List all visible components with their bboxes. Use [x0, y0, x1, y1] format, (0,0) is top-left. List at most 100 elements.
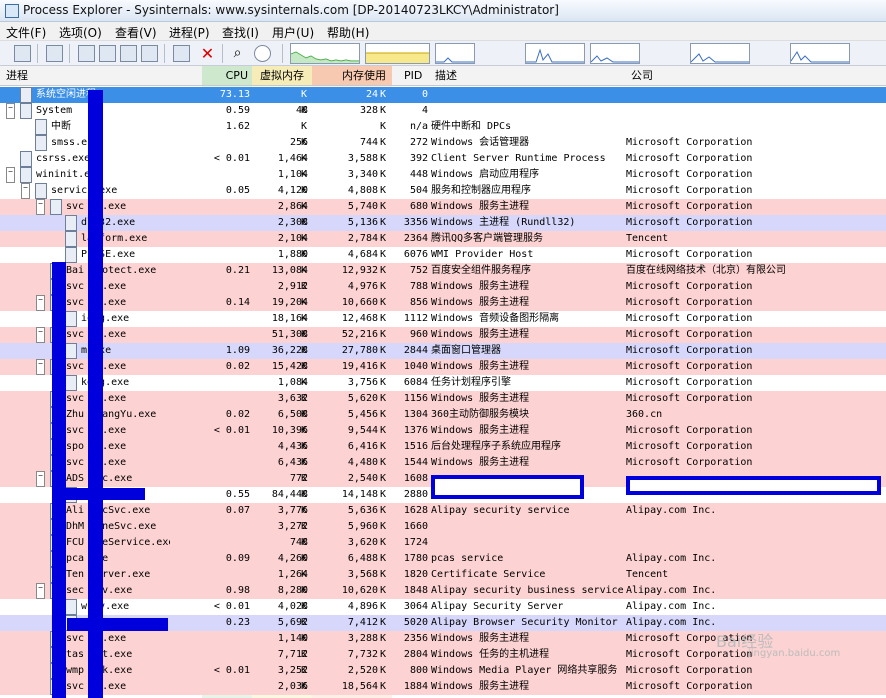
refresh-icon[interactable]: [46, 45, 63, 62]
tree-icon[interactable]: [99, 45, 116, 62]
menu-help[interactable]: 帮助(H): [327, 24, 369, 41]
process-row[interactable]: Bai Protect.exe 0.21 13,084 K 12,932 K 752 百度安全…: [0, 263, 886, 279]
col-process[interactable]: 进程: [6, 66, 28, 85]
process-row[interactable]: svc st.exe 2,912 K 4,976 K 788 Windows 服务主进程 Mi…: [0, 279, 886, 295]
private-bytes-value: [252, 119, 308, 135]
process-row[interactable]: m.exe1.0936,228K27,780K2844桌面窗口管理器Micros…: [0, 343, 886, 359]
process-row[interactable]: keng.exe 1,084 K 3,756 K 6084 任务计划程序引擎 Microsof…: [0, 375, 886, 391]
process-row[interactable]: Ali SecSvc.exe 0.07 3,776 K 5,636 K 1628 Alipay…: [0, 503, 886, 519]
private-bytes-value: 7,712: [277, 649, 308, 660]
cpu-value: 0.07: [225, 505, 250, 516]
company-value: Microsoft Corporation: [626, 313, 753, 324]
process-row[interactable]: iodg.exe 18,164 K 12,468 K 1112 Windows 音频设备图形…: [0, 311, 886, 327]
description-value: 桌面窗口管理器: [431, 345, 501, 356]
toolbar-separator: [282, 44, 283, 63]
process-row[interactable]: svc st.exe 3,632 K 5,620 K 1156 Windows 服务主进程 M…: [0, 391, 886, 407]
col-description[interactable]: 描述: [435, 66, 457, 85]
working-set-value: 6,488: [347, 553, 378, 564]
process-row[interactable]: FCU ateService.exe 748 K 3,620 K 1724: [0, 535, 886, 551]
process-row[interactable]: − servic .exe 0.05 4,120 K 4,808 K 504 服务和控制器应用程…: [0, 183, 886, 199]
options-icon[interactable]: [141, 45, 158, 62]
process-row[interactable]: csrss.exe < 0.01 1,464 K 3,588 K 392 Client Ser…: [0, 151, 886, 167]
collapse-toggle-icon[interactable]: −: [21, 183, 30, 199]
process-row[interactable]: 系统空闲进程 73.13 K 24 K 0: [0, 87, 886, 103]
target-icon[interactable]: [254, 45, 271, 62]
commit-graph[interactable]: [365, 43, 430, 64]
lower-pane-icon[interactable]: [120, 45, 137, 62]
save-icon[interactable]: [14, 45, 31, 62]
process-row[interactable]: PrvSE.exe 1,880 K 4,684 K 6076 WMI Provider Ho…: [0, 247, 886, 263]
network-graph[interactable]: [525, 43, 585, 64]
menu-find[interactable]: 查找(I): [222, 24, 259, 41]
collapse-toggle-icon[interactable]: −: [36, 327, 45, 343]
process-name: svc st.exe: [66, 681, 127, 692]
process-row[interactable]: Ten Server.exe 1,264 K 3,568 K 1820 Certificat…: [0, 567, 886, 583]
process-row[interactable]: Zhu gFangYu.exe 0.02 6,508 K 5,456 K 1304 360主动…: [0, 407, 886, 423]
collapse-toggle-icon[interactable]: −: [36, 295, 45, 311]
cpu-value: < 0.01: [213, 665, 250, 676]
process-tree[interactable]: 系统空闲进程 73.13 K 24 K 0− System 0.59 48 K 328 K 4 中断 1.6…: [0, 87, 886, 698]
cpu-value: 0.14: [225, 297, 250, 308]
collapse-toggle-icon[interactable]: −: [6, 167, 15, 183]
process-row[interactable]: − wininit.e 1,104 K 3,340 K 448 Windows 启动应用程序 M…: [0, 167, 886, 183]
process-row[interactable]: svc st.exe 2,036 K 18,564 K 1884 Windows 服务主进程…: [0, 679, 886, 695]
description-value: Windows 启动应用程序: [431, 169, 540, 180]
menu-options[interactable]: 选项(O): [59, 24, 102, 41]
pid-value: 504: [409, 185, 428, 196]
working-set-unit: K: [380, 377, 387, 388]
process-row[interactable]: wmp twk.exe < 0.01 3,252 K 2,520 K 800 Windows …: [0, 663, 886, 679]
col-cpu[interactable]: CPU: [202, 66, 252, 85]
process-row[interactable]: − sec srv.exe 0.98 8,280 K 10,620 K 1848 Alipay …: [0, 583, 886, 599]
company-value: Microsoft Corporation: [626, 137, 753, 148]
process-row[interactable]: pca exe0.094,260K6,488K1780pcas serviceA…: [0, 551, 886, 567]
process-row[interactable]: latform.exe 2,104 K 2,784 K 2364 腾讯QQ多客户端管理服务 T…: [0, 231, 886, 247]
pid-value: 5020: [403, 617, 428, 628]
process-row[interactable]: − svc st.exe 2,864 K 5,740 K 680 Windows 服务主进程 M…: [0, 199, 886, 215]
cpu-value: 0.02: [225, 361, 250, 372]
collapse-toggle-icon[interactable]: −: [36, 359, 45, 375]
process-row[interactable]: − svc st.exe 0.14 19,204 K 10,660 K 856 Windows …: [0, 295, 886, 311]
process-row[interactable]: svc st.exe < 0.01 10,396 K 9,544 K 1376 Windows…: [0, 423, 886, 439]
collapse-toggle-icon[interactable]: −: [36, 199, 45, 215]
process-icon: [65, 311, 77, 327]
memory-graph[interactable]: [790, 43, 850, 64]
process-row[interactable]: − System 0.59 48 K 328 K 4: [0, 103, 886, 119]
col-company[interactable]: 公司: [631, 66, 653, 85]
process-row[interactable]: smss.e 256 K 744 K 272 Windows 会话管理器 Microsoft …: [0, 135, 886, 151]
menu-users[interactable]: 用户(U): [272, 24, 314, 41]
collapse-toggle-icon[interactable]: −: [36, 471, 45, 487]
col-private-bytes[interactable]: 虚拟内存: [252, 66, 312, 85]
process-row[interactable]: dl132.exe 2,308 K 5,136 K 3356 Windows 主进程 (Ru…: [0, 215, 886, 231]
private-bytes-unit: K: [301, 313, 308, 324]
process-row[interactable]: 中断 1.62 K Kn/a 硬件中断和 DPCs: [0, 119, 886, 135]
col-pid[interactable]: PID: [404, 66, 422, 85]
cpu-graph[interactable]: [290, 43, 360, 64]
disk-graph[interactable]: [590, 43, 640, 64]
io-graph[interactable]: [435, 43, 475, 64]
col-working-set[interactable]: 内存使用: [312, 66, 392, 85]
collapse-toggle-icon[interactable]: −: [36, 583, 45, 599]
menu-process[interactable]: 进程(P): [169, 24, 210, 41]
system-info-icon[interactable]: [78, 45, 95, 62]
process-row[interactable]: DhM hineSvc.exe 3,272 K 5,960 K 1660: [0, 519, 886, 535]
kill-process-icon[interactable]: ✕: [199, 45, 216, 62]
working-set-value: 3,288: [347, 633, 378, 644]
process-row[interactable]: − svc st.exe 51,308 K 52,216 K 960 Windows 服务主进…: [0, 327, 886, 343]
process-name: svc st.exe: [66, 297, 127, 308]
collapse-toggle-icon[interactable]: −: [6, 103, 15, 119]
gpu-graph[interactable]: [690, 43, 750, 64]
cpu-value: < 0.01: [213, 153, 250, 164]
properties-icon[interactable]: [173, 45, 190, 62]
watermark-url: jingyan.baidu.com: [748, 648, 841, 659]
process-row[interactable]: − svc st.exe 0.02 15,428 K 19,416 K 1040 Windows…: [0, 359, 886, 375]
menu-file[interactable]: 文件(F): [6, 24, 46, 41]
cpu-value: 0.98: [225, 585, 250, 596]
menu-view[interactable]: 查看(V): [115, 24, 157, 41]
find-icon[interactable]: ⌕: [229, 45, 246, 62]
process-row[interactable]: svc st.exe 6,436 K 4,480 K 1544 Windows 服务主进程 M…: [0, 455, 886, 471]
process-row[interactable]: wssv.exe < 0.01 4,028 K 4,896 K 3064 Alipay Sec…: [0, 599, 886, 615]
private-bytes-value: 4,028: [277, 601, 308, 612]
process-row[interactable]: spo sv.exe 4,436 K 6,416 K 1516 后台处理程序子系统应用程序 M…: [0, 439, 886, 455]
cpu-value: [202, 471, 250, 487]
private-bytes-unit: K: [301, 473, 308, 484]
